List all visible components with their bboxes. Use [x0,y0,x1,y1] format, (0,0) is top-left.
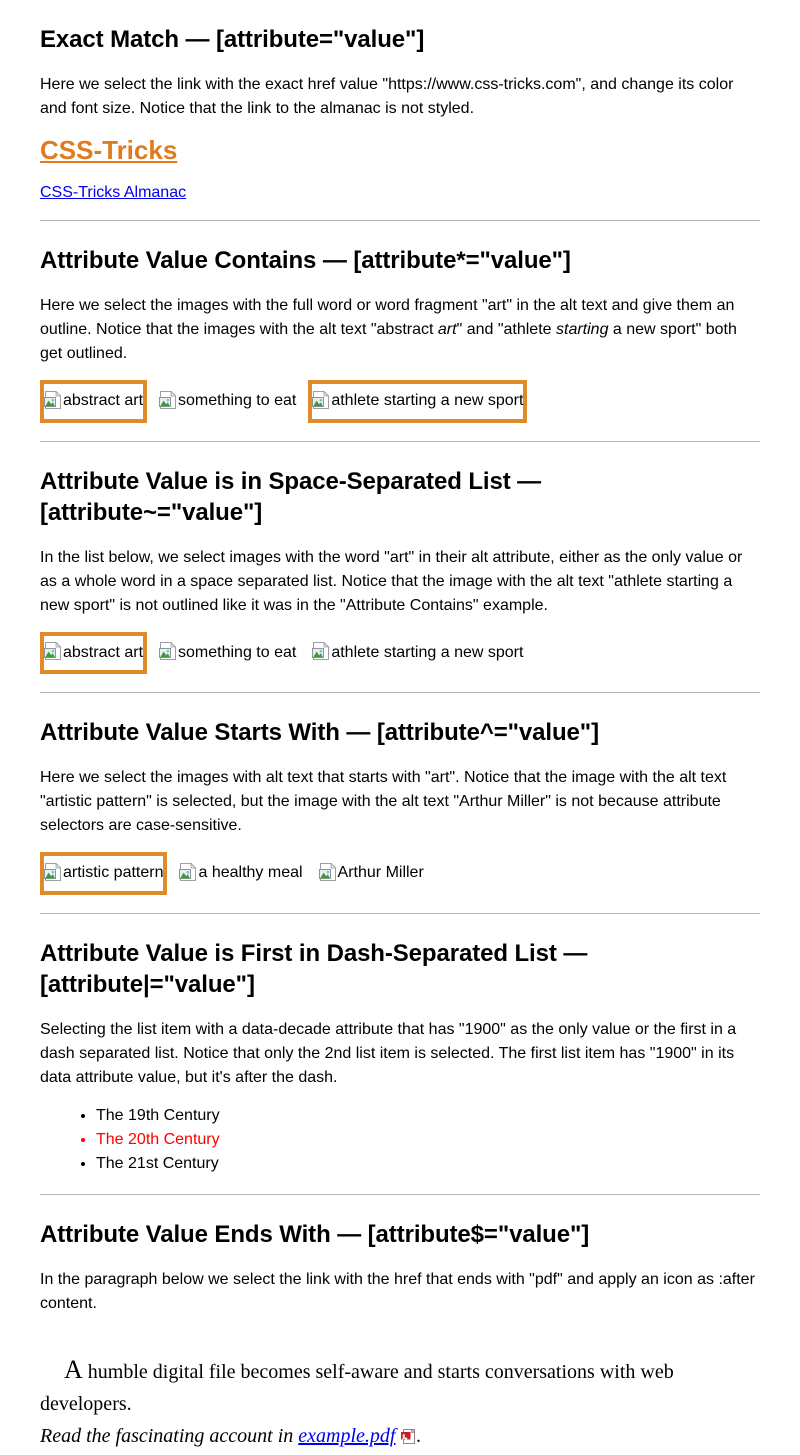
section-heading-space-separated: Attribute Value is in Space-Separated Li… [40,467,542,526]
broken-image-alt-text: something to eat [178,392,297,410]
story-text-suffix: . [416,1425,422,1448]
section-text-starts-with: Here we select the images with alt text … [40,769,727,835]
broken-image-alt-text: abstract art [63,392,144,410]
broken-image-icon [312,640,330,661]
broken-image-something-to-eat: something to eat [155,632,300,674]
css-tricks-almanac-link[interactable]: CSS-Tricks Almanac [40,184,186,201]
broken-image-row-contains: abstract art something to eat athlete star… [40,380,760,423]
broken-image-abstract-art: abstract art [40,380,148,423]
section-exact-match: Exact Match — [attribute="value"] Here w… [40,0,760,222]
broken-image-alt-text: a healthy meal [198,864,303,882]
broken-image-row-space-separated: abstract art something to eat athlete star… [40,631,760,675]
section-heading-starts-with: Attribute Value Starts With — [attribute… [40,719,599,747]
section-text-ends-with: In the paragraph below we select the lin… [40,1271,755,1313]
broken-image-alt-text: Arthur Miller [337,864,424,882]
broken-image-alt-text: athlete starting a new sport [331,643,524,661]
broken-image-alt-text: abstract art [63,643,144,661]
section-heading-dash-separated: Attribute Value is First in Dash-Separat… [40,939,588,998]
drop-cap: A [64,1355,83,1385]
broken-image-icon [179,861,197,881]
broken-image-a-healthy-meal: a healthy meal [175,852,306,894]
pdf-file-icon [400,1423,416,1445]
section-text-dash-separated: Selecting the list item with a data-deca… [40,1021,737,1087]
broken-image-alt-text: something to eat [178,643,297,661]
story-text: humble digital file becomes self-aware a… [40,1361,674,1416]
broken-image-icon [312,389,330,409]
broken-image-abstract-art: abstract art [40,631,148,675]
document-body: Exact Match — [attribute="value"] Here w… [0,0,800,1452]
section-ends-with: Attribute Value Ends With — [attribute$=… [40,1195,760,1452]
story-paragraph-line2: Read the fascinating account in example.… [40,1420,760,1452]
broken-image-athlete-starting-a-new-sport: athlete starting a new sport [308,632,527,674]
broken-image-icon [44,640,62,661]
decade-list-item: The 20th Century [96,1128,760,1152]
story-paragraph-line1: A humble digital file becomes self-aware… [40,1354,760,1420]
section-space-separated-list: Attribute Value is in Space-Separated Li… [40,442,760,694]
broken-image-icon [44,861,62,881]
section-dash-separated-list: Attribute Value is First in Dash-Separat… [40,914,760,1196]
section-text-exact-match: Here we select the link with the exact h… [40,76,734,118]
broken-image-icon [159,389,177,409]
pdf-story-block: A humble digital file becomes self-aware… [40,1354,760,1452]
broken-image-arthur-miller: Arthur Miller [315,852,428,894]
broken-image-alt-text: artistic pattern [63,864,164,882]
broken-image-row-starts-with: artistic pattern a healthy meal Arthur Mil… [40,852,760,895]
section-heading-exact-match: Exact Match — [attribute="value"] [40,26,425,53]
broken-image-icon [159,640,177,661]
section-starts-with: Attribute Value Starts With — [attribute… [40,693,760,914]
section-text-space-separated: In the list below, we select images with… [40,548,743,614]
decade-list-item: The 21st Century [96,1152,760,1176]
decade-list-item: The 19th Century [96,1104,760,1128]
emphasis-starting: starting [556,321,609,339]
broken-image-something-to-eat: something to eat [155,380,300,422]
section-attribute-contains: Attribute Value Contains — [attribute*="… [40,221,760,442]
text-fragment: " and "athlete [456,321,556,339]
broken-image-artistic-pattern: artistic pattern [40,852,168,895]
broken-image-alt-text: athlete starting a new sport [331,392,524,410]
example-pdf-link[interactable]: example.pdf [298,1425,395,1447]
section-heading-contains: Attribute Value Contains — [attribute*="… [40,247,571,275]
broken-image-icon [318,861,337,881]
section-heading-ends-with: Attribute Value Ends With — [attribute$=… [40,1221,590,1249]
story-text-prefix: Read the fascinating account in [40,1425,299,1448]
css-tricks-link[interactable]: CSS-Tricks [40,135,177,165]
broken-image-icon [44,389,62,409]
broken-image-athlete-starting-a-new-sport: athlete starting a new sport [308,380,528,423]
decade-list: The 19th CenturyThe 20th CenturyThe 21st… [40,1104,760,1176]
almanac-link-wrapper: CSS-Tricks Almanac [40,184,760,202]
exact-link-wrapper: CSS-Tricks [40,135,760,166]
section-text-contains: Here we select the images with the full … [40,294,760,366]
emphasis-art: art [437,321,457,339]
